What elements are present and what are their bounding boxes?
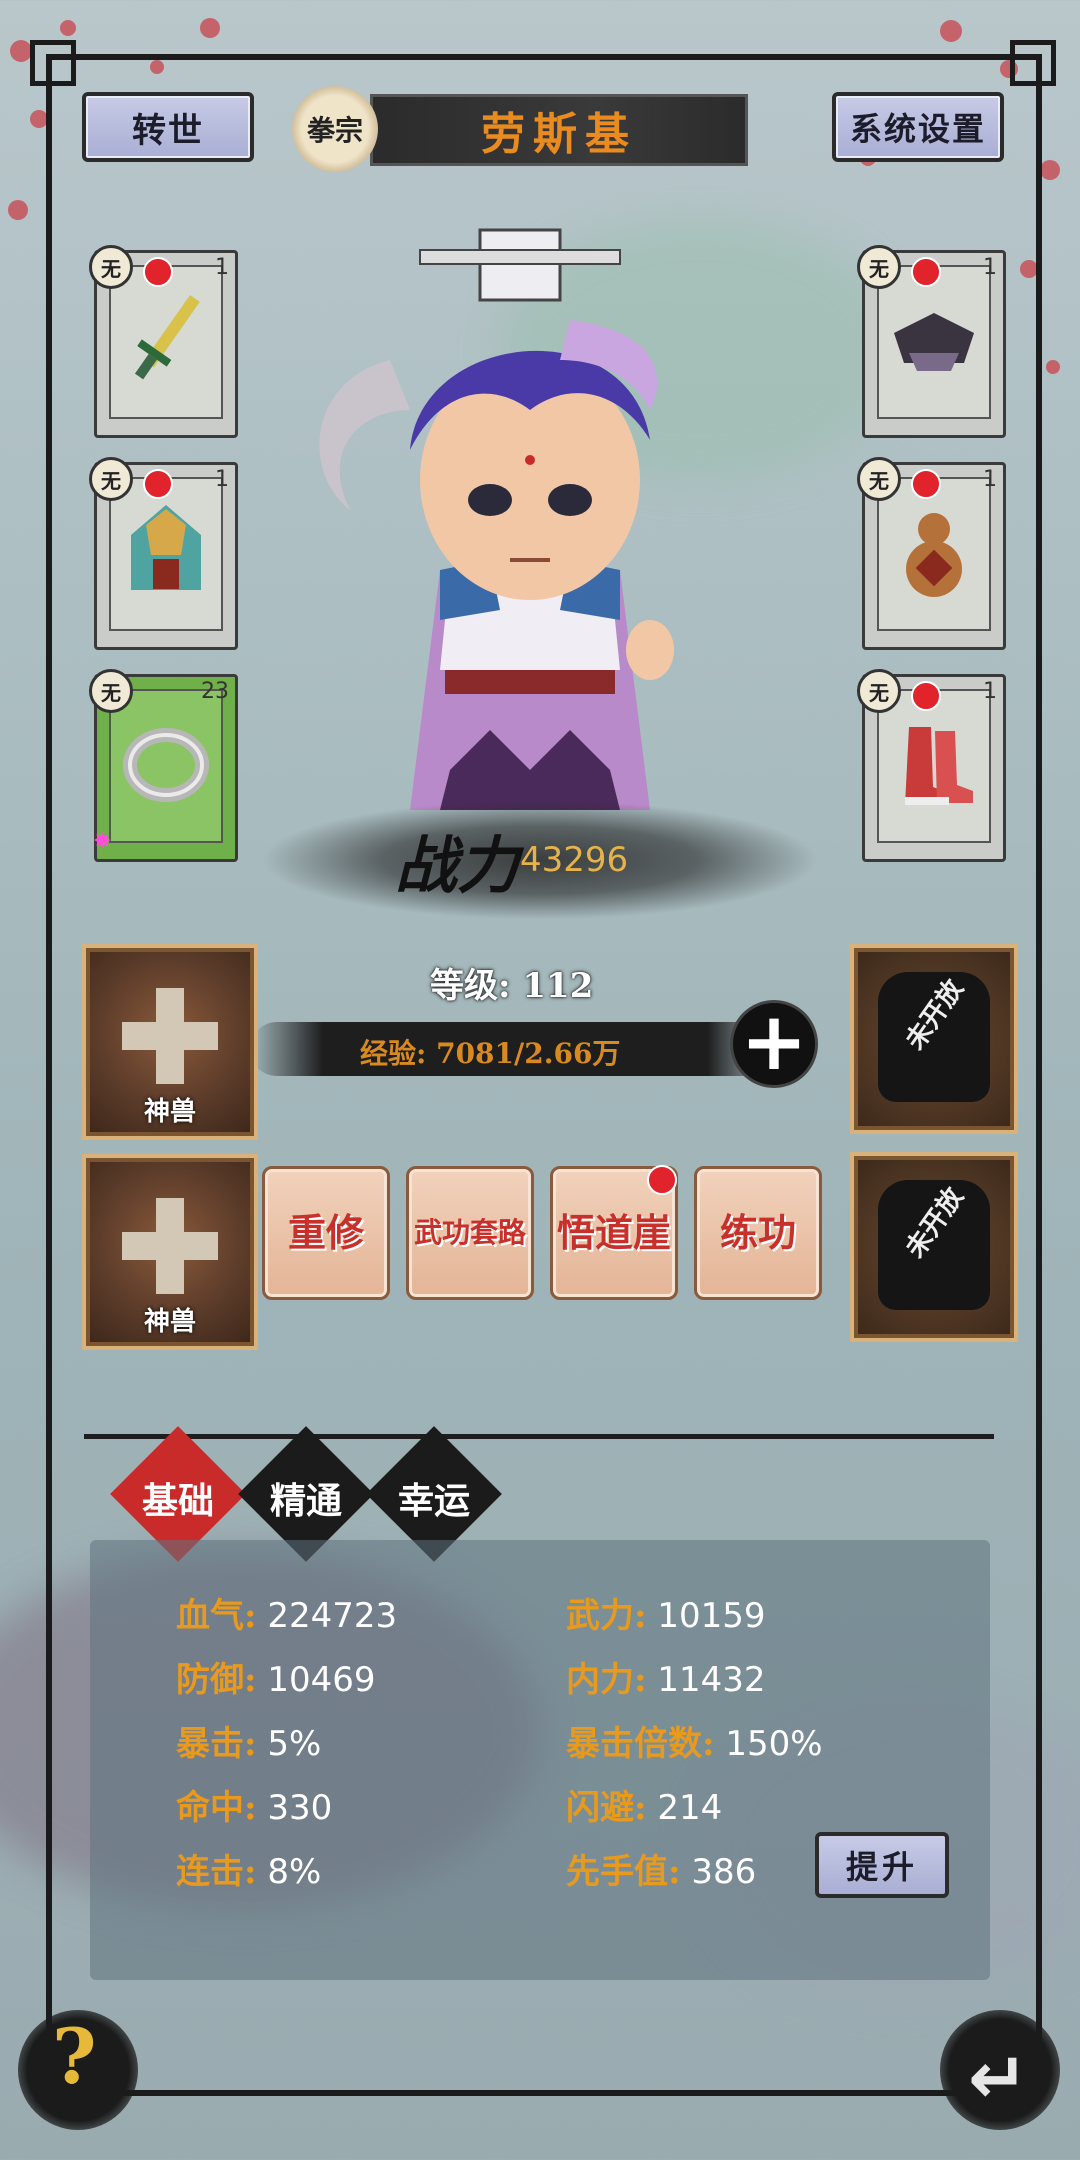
sparkle-icon: ✸ xyxy=(93,829,112,854)
enlightenment-cliff-label: 悟道崖 xyxy=(556,1210,671,1255)
power-value: 43296 xyxy=(520,840,629,880)
exp-text: 经验: 7081/2.66万 xyxy=(360,1037,621,1070)
martial-routine-button[interactable]: 武功套路 xyxy=(406,1166,534,1300)
grade-badge: 无 xyxy=(857,669,901,713)
stat-inner-power: 内力: 11432 xyxy=(566,1660,766,1700)
hat-icon xyxy=(894,313,974,371)
divine-beast-slot-1[interactable]: 神兽 xyxy=(82,944,258,1140)
equip-slot-weapon[interactable]: 无 1 xyxy=(89,245,238,438)
item-count: 1 xyxy=(983,467,997,492)
stat-defense: 防御: 10469 xyxy=(176,1660,376,1700)
practice-label: 练功 xyxy=(719,1210,796,1255)
question-mark-icon: ? xyxy=(52,2012,97,2101)
notification-dot xyxy=(647,1165,677,1195)
item-count: 1 xyxy=(983,679,997,704)
item-count: 1 xyxy=(215,255,229,280)
beast-label: 神兽 xyxy=(143,1307,196,1337)
stat-hp: 血气: 224723 xyxy=(176,1596,398,1636)
stat-crit-multiplier: 暴击倍数: 150% xyxy=(566,1724,823,1764)
item-count: 1 xyxy=(215,467,229,492)
notification-dot xyxy=(911,257,941,287)
stat-crit: 暴击: 5% xyxy=(176,1724,322,1764)
frame-corner-tr xyxy=(1010,40,1056,86)
sword-icon xyxy=(134,294,200,380)
stat-initiative: 先手值: 386 xyxy=(566,1852,757,1892)
tab-mastery[interactable]: 精通 xyxy=(246,1472,366,1524)
grade-badge: 无 xyxy=(89,245,133,289)
martial-routine-label: 武功套路 xyxy=(413,1216,526,1249)
upgrade-button[interactable]: 提升 xyxy=(815,1832,949,1898)
grade-badge: 无 xyxy=(857,457,901,501)
stat-hit: 命中: 330 xyxy=(176,1788,333,1828)
divine-beast-slot-2[interactable]: 神兽 xyxy=(82,1154,258,1350)
boots-icon xyxy=(905,727,973,805)
notification-dot xyxy=(143,257,173,287)
level-text: 等级: 112 xyxy=(430,966,594,1006)
notification-dot xyxy=(911,681,941,711)
equip-slot-hat[interactable]: 无 1 xyxy=(857,245,1006,438)
locked-slot-1[interactable]: 未开放 xyxy=(850,944,1018,1134)
notification-dot xyxy=(911,469,941,499)
beast-label: 神兽 xyxy=(143,1097,196,1127)
add-exp-button[interactable]: + xyxy=(730,1000,818,1088)
stat-dodge: 闪避: 214 xyxy=(566,1788,723,1828)
reincarnate-button[interactable]: 转世 xyxy=(82,92,254,162)
retrain-button[interactable]: 重修 xyxy=(262,1166,390,1300)
item-count: 1 xyxy=(983,255,997,280)
practice-button[interactable]: 练功 xyxy=(694,1166,822,1300)
player-name: 劳斯基 xyxy=(370,94,748,166)
character-portrait xyxy=(319,228,674,810)
equip-slot-ring[interactable]: 无 23 ✸ xyxy=(89,669,238,862)
sect-badge: 拳宗 xyxy=(292,86,378,172)
equip-slot-gourd[interactable]: 无 1 xyxy=(857,457,1006,650)
system-settings-button[interactable]: 系统设置 xyxy=(832,92,1004,162)
tab-luck[interactable]: 幸运 xyxy=(374,1472,494,1524)
grade-badge: 无 xyxy=(857,245,901,289)
return-arrow-icon: ↵ xyxy=(968,2036,1029,2120)
armor-icon xyxy=(131,505,201,590)
grade-badge: 无 xyxy=(89,457,133,501)
power-label: 战力 xyxy=(395,829,520,902)
ring-icon xyxy=(123,728,209,802)
section-divider xyxy=(84,1434,994,1439)
notification-dot xyxy=(143,469,173,499)
locked-slot-2[interactable]: 未开放 xyxy=(850,1152,1018,1342)
gourd-icon xyxy=(906,513,962,597)
equip-slot-armor[interactable]: 无 1 xyxy=(89,457,238,650)
enlightenment-cliff-button[interactable]: 悟道崖 xyxy=(550,1165,678,1300)
stat-attack: 武力: 10159 xyxy=(566,1596,766,1636)
retrain-label: 重修 xyxy=(287,1210,364,1255)
grade-badge: 无 xyxy=(89,669,133,713)
equip-slot-boots[interactable]: 无 1 xyxy=(857,669,1006,862)
item-count: 23 xyxy=(201,679,229,704)
tab-basic[interactable]: 基础 xyxy=(118,1472,238,1524)
frame-corner-tl xyxy=(30,40,76,86)
stat-combo: 连击: 8% xyxy=(176,1852,322,1892)
